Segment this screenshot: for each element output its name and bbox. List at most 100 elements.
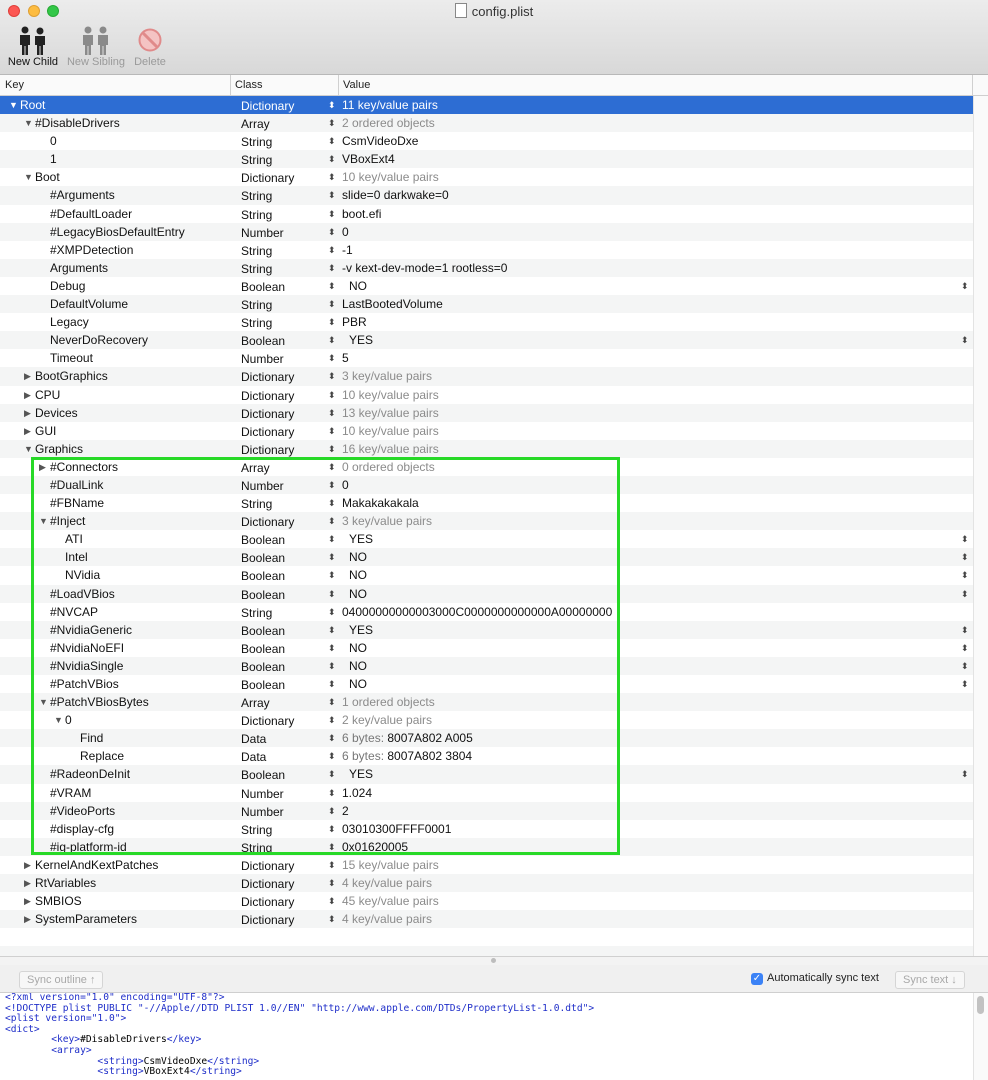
column-divider[interactable] [338, 75, 339, 95]
boolean-popup-icon[interactable]: ⬍ [961, 639, 969, 657]
new-sibling-button[interactable]: New Sibling [65, 24, 127, 68]
row-class[interactable]: Number [241, 785, 284, 803]
class-stepper-icon[interactable]: ⬍ [328, 96, 336, 114]
row-value[interactable]: 0 [342, 476, 349, 494]
outline-row[interactable]: #DefaultLoader String ⬍ boot.efi [0, 205, 973, 223]
outline-row[interactable] [0, 928, 973, 946]
row-key[interactable]: GUI [35, 422, 56, 440]
row-key[interactable]: NVidia [65, 566, 100, 584]
outline-row[interactable]: #Arguments String ⬍ slide=0 darkwake=0 [0, 186, 973, 205]
class-stepper-icon[interactable]: ⬍ [328, 512, 336, 530]
row-key[interactable]: SystemParameters [35, 910, 137, 928]
outline-row[interactable]: #NvidiaGeneric Boolean ⬍ YES ⬍ [0, 620, 973, 639]
row-class[interactable]: Dictionary [241, 405, 294, 423]
row-key[interactable]: #Inject [50, 512, 85, 530]
class-stepper-icon[interactable]: ⬍ [328, 585, 336, 603]
disclosure-open-icon[interactable]: ▼ [24, 114, 34, 132]
class-stepper-icon[interactable]: ⬍ [328, 331, 336, 349]
outline-row[interactable]: ▶ Devices Dictionary ⬍ 13 key/value pairs [0, 403, 973, 423]
row-key[interactable]: 0 [50, 132, 57, 150]
boolean-popup-icon[interactable]: ⬍ [961, 765, 969, 783]
row-key[interactable]: ATI [65, 530, 83, 548]
outline-row[interactable]: ▶ GUI Dictionary ⬍ 10 key/value pairs [0, 422, 973, 440]
outline-row[interactable]: #NvidiaNoEFI Boolean ⬍ NO ⬍ [0, 639, 973, 657]
row-class[interactable]: Dictionary [241, 441, 294, 459]
row-value[interactable]: Makakakakala [342, 494, 419, 512]
row-key[interactable]: #NvidiaGeneric [50, 621, 132, 639]
disclosure-open-icon[interactable]: ▼ [54, 711, 64, 729]
outline-row[interactable]: #display-cfg String ⬍ 03010300FFFF0001 [0, 820, 973, 838]
column-header-key[interactable]: Key [5, 79, 24, 91]
class-stepper-icon[interactable]: ⬍ [328, 603, 336, 621]
new-child-button[interactable]: New Child [2, 24, 64, 68]
column-header-class[interactable]: Class [235, 79, 263, 91]
row-key[interactable]: Replace [80, 747, 124, 765]
row-key[interactable]: #RadeonDeInit [50, 765, 130, 783]
outline-row[interactable]: ▼ #DisableDrivers Array ⬍ 2 ordered objects [0, 114, 973, 133]
class-stepper-icon[interactable]: ⬍ [328, 621, 336, 639]
disclosure-closed-icon[interactable]: ▶ [24, 422, 34, 440]
outline-row[interactable]: #LegacyBiosDefaultEntry Number ⬍ 0 [0, 222, 973, 241]
class-stepper-icon[interactable]: ⬍ [328, 132, 336, 150]
boolean-popup-icon[interactable]: ⬍ [961, 657, 969, 675]
outline-row[interactable]: #VideoPorts Number ⬍ 2 [0, 801, 973, 820]
disclosure-open-icon[interactable]: ▼ [24, 440, 34, 458]
class-stepper-icon[interactable]: ⬍ [328, 404, 336, 422]
outline-row[interactable]: #PatchVBios Boolean ⬍ NO ⬍ [0, 675, 973, 693]
class-stepper-icon[interactable]: ⬍ [328, 657, 336, 675]
outline-row[interactable]: NeverDoRecovery Boolean ⬍ YES ⬍ [0, 331, 973, 350]
outline-row[interactable]: Timeout Number ⬍ 5 [0, 349, 973, 367]
outline-row[interactable]: ▶ BootGraphics Dictionary ⬍ 3 key/value pair… [0, 367, 973, 386]
class-stepper-icon[interactable]: ⬍ [328, 711, 336, 729]
row-key[interactable]: #DisableDrivers [35, 114, 120, 132]
outline-row[interactable]: DefaultVolume String ⬍ LastBootedVolume [0, 295, 973, 314]
row-value[interactable]: NO [349, 277, 367, 295]
row-class[interactable]: Number [241, 477, 284, 495]
outline-row[interactable]: ▼ #PatchVBiosBytes Array ⬍ 1 ordered objects [0, 693, 973, 712]
row-class[interactable]: Dictionary [241, 893, 294, 911]
row-class[interactable]: Dictionary [241, 387, 294, 405]
outline-row[interactable]: ▼ Graphics Dictionary ⬍ 16 key/value pairs [0, 439, 973, 459]
row-value[interactable]: VBoxExt4 [342, 150, 395, 168]
row-class[interactable]: Dictionary [241, 875, 294, 893]
outline-row[interactable]: ▶ #Connectors Array ⬍ 0 ordered objects [0, 458, 973, 476]
row-class[interactable]: Data [241, 730, 266, 748]
class-stepper-icon[interactable]: ⬍ [328, 458, 336, 476]
boolean-popup-icon[interactable]: ⬍ [961, 675, 969, 693]
class-stepper-icon[interactable]: ⬍ [328, 223, 336, 241]
outline-row[interactable]: 0 String ⬍ CsmVideoDxe [0, 132, 973, 150]
class-stepper-icon[interactable]: ⬍ [328, 313, 336, 331]
row-value[interactable]: boot.efi [342, 205, 381, 223]
row-value[interactable]: 2 key/value pairs [342, 711, 432, 729]
row-value[interactable]: 15 key/value pairs [342, 856, 439, 874]
row-value[interactable]: -v kext-dev-mode=1 rootless=0 [342, 259, 507, 277]
row-value[interactable]: 10 key/value pairs [342, 386, 439, 404]
row-value[interactable]: LastBootedVolume [342, 295, 443, 313]
row-key[interactable]: BootGraphics [35, 367, 108, 385]
class-stepper-icon[interactable]: ⬍ [328, 349, 336, 367]
disclosure-closed-icon[interactable]: ▶ [24, 386, 34, 404]
row-value[interactable]: 16 key/value pairs [342, 440, 439, 458]
row-key[interactable]: Root [20, 96, 45, 114]
row-class[interactable]: Array [241, 459, 270, 477]
row-class[interactable]: Boolean [241, 586, 285, 604]
row-key[interactable]: RtVariables [35, 874, 96, 892]
row-key[interactable]: Boot [35, 168, 60, 186]
row-value[interactable]: NO [349, 548, 367, 566]
row-value[interactable]: 5 [342, 349, 349, 367]
row-value[interactable]: 13 key/value pairs [342, 404, 439, 422]
row-value[interactable]: 1 ordered objects [342, 693, 435, 711]
delete-button[interactable]: Delete [119, 24, 181, 68]
boolean-popup-icon[interactable]: ⬍ [961, 621, 969, 639]
row-value[interactable]: 4 key/value pairs [342, 874, 432, 892]
disclosure-closed-icon[interactable]: ▶ [39, 458, 49, 476]
row-key[interactable]: 1 [50, 150, 57, 168]
row-class[interactable]: String [241, 151, 272, 169]
class-stepper-icon[interactable]: ⬍ [328, 494, 336, 512]
row-value[interactable]: 10 key/value pairs [342, 422, 439, 440]
row-key[interactable]: #VideoPorts [50, 802, 115, 820]
outline-row[interactable]: ▶ RtVariables Dictionary ⬍ 4 key/value pairs [0, 874, 973, 893]
outline-row[interactable]: ▶ KernelAndKextPatches Dictionary ⬍ 15 key/v… [0, 856, 973, 874]
boolean-popup-icon[interactable]: ⬍ [961, 331, 969, 349]
column-header-value[interactable]: Value [343, 79, 370, 91]
